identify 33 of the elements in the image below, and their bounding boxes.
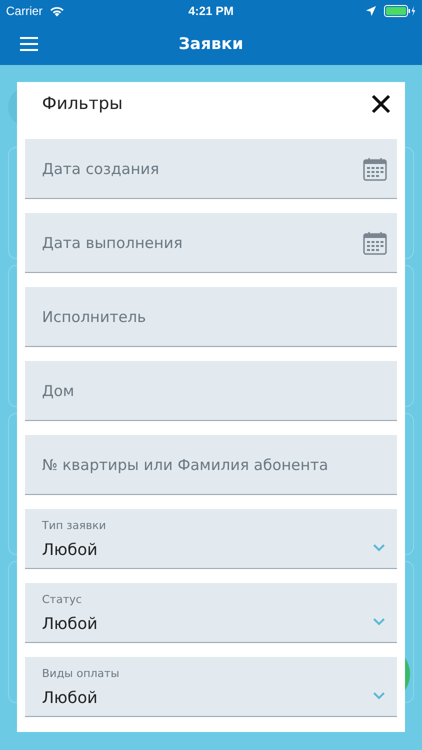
dropdown-field[interactable]: Тип заявки Любой — [25, 509, 397, 569]
text-field[interactable]: Исполнитель — [25, 287, 397, 347]
carrier-label: Carrier — [6, 4, 43, 18]
placeholder-text: № квартиры или Фамилия абонента — [42, 456, 328, 474]
menu-icon[interactable] — [19, 36, 39, 50]
calendar-icon[interactable] — [363, 156, 387, 180]
location-icon — [366, 6, 376, 16]
placeholder-text: Дата создания — [42, 160, 160, 178]
date-field[interactable]: Дата выполнения — [25, 213, 397, 273]
placeholder-text: Дом — [42, 382, 74, 400]
close-icon[interactable] — [371, 94, 391, 114]
field-value: Любой — [42, 614, 98, 632]
text-field[interactable]: № квартиры или Фамилия абонента — [25, 435, 397, 495]
text-field[interactable]: Дом — [25, 361, 397, 421]
dropdown-field[interactable]: Виды оплаты Любой — [25, 657, 397, 717]
chevron-down-icon — [373, 692, 385, 700]
chevron-down-icon — [373, 544, 385, 552]
wifi-icon — [48, 5, 65, 17]
date-field[interactable]: Дата создания — [25, 139, 397, 199]
field-value: Любой — [42, 540, 99, 558]
dropdown-field[interactable]: Статус Любой — [25, 583, 397, 643]
calendar-icon[interactable] — [363, 230, 387, 254]
field-label: Статус — [42, 592, 83, 606]
placeholder-text: Дата выполнения — [42, 234, 182, 252]
battery-icon — [384, 5, 416, 17]
chevron-down-icon — [373, 618, 385, 626]
screen-title: Заявки — [178, 34, 244, 53]
placeholder-text: Исполнитель — [42, 308, 146, 326]
clock-time: 4:21 PM — [187, 4, 235, 18]
field-label: Тип заявки — [42, 518, 106, 532]
field-label: Виды оплаты — [42, 666, 120, 680]
field-value: Любой — [42, 688, 99, 706]
dialog-title: Фильтры — [42, 94, 123, 114]
